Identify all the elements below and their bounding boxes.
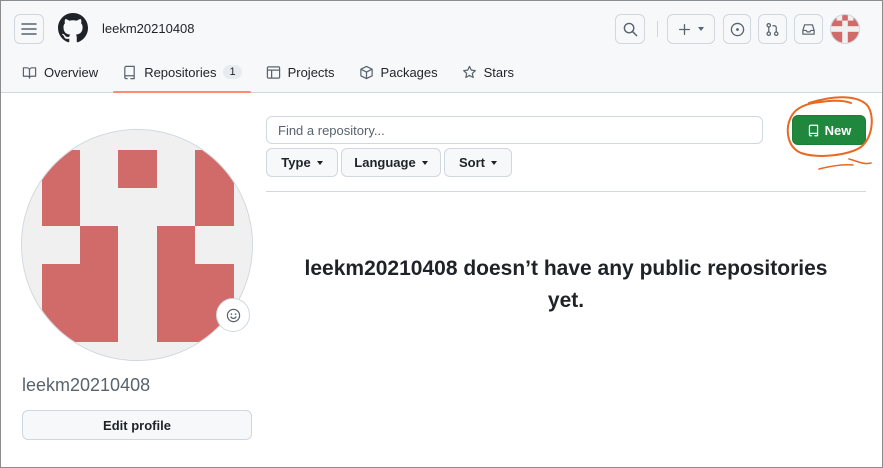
- repo-list-divider: [266, 191, 866, 192]
- tab-packages[interactable]: Packages: [350, 57, 447, 87]
- tab-label: Repositories: [144, 64, 217, 80]
- set-status-button[interactable]: [216, 298, 250, 332]
- header-username[interactable]: leekm20210408: [102, 21, 195, 36]
- repo-count-badge: 1: [223, 65, 242, 79]
- chevron-down-icon: [421, 160, 428, 165]
- create-new-button[interactable]: [667, 14, 715, 44]
- hamburger-icon: [21, 23, 37, 35]
- chevron-down-icon: [491, 160, 497, 165]
- tab-label: Overview: [44, 64, 99, 80]
- chevron-down-icon: [316, 160, 323, 165]
- tab-stars[interactable]: Stars: [453, 57, 523, 87]
- star-icon: [462, 65, 476, 78]
- profile-avatar[interactable]: [21, 129, 253, 361]
- github-logo-icon[interactable]: [58, 13, 88, 43]
- edit-profile-button[interactable]: Edit profile: [22, 410, 252, 440]
- book-icon: [22, 66, 37, 79]
- smiley-icon: [226, 308, 240, 322]
- find-repository-input[interactable]: [266, 116, 763, 144]
- table-icon: [266, 65, 280, 79]
- tab-label: Projects: [287, 64, 335, 80]
- inbox-icon: [802, 23, 815, 35]
- top-header: leekm20210408 Overview Repositories 1 Pr…: [1, 1, 882, 93]
- language-filter-button[interactable]: Language: [341, 148, 441, 177]
- new-repository-button[interactable]: New: [792, 115, 866, 145]
- tab-label: Packages: [380, 64, 438, 80]
- user-avatar[interactable]: [830, 14, 860, 44]
- new-button-label: New: [824, 122, 852, 138]
- filter-label: Sort: [459, 155, 485, 170]
- empty-repositories-message: leekm20210408 doesn’t have any public re…: [304, 257, 828, 312]
- tab-projects[interactable]: Projects: [257, 57, 344, 87]
- identicon-icon: [22, 130, 252, 360]
- identicon-icon: [831, 15, 859, 43]
- repo-icon: [124, 65, 135, 79]
- hamburger-button[interactable]: [14, 14, 44, 44]
- profile-tabs: Overview Repositories 1 Projects Package…: [13, 57, 529, 93]
- sort-filter-button[interactable]: Sort: [444, 148, 512, 177]
- inbox-button[interactable]: [794, 14, 823, 44]
- issues-button[interactable]: [723, 14, 751, 44]
- profile-username: leekm20210408: [22, 375, 151, 395]
- repo-icon: [808, 124, 818, 136]
- header-divider: [657, 21, 658, 37]
- search-icon: [623, 22, 637, 36]
- type-filter-button[interactable]: Type: [266, 148, 338, 177]
- tab-label: Stars: [483, 64, 514, 80]
- filter-label: Type: [281, 155, 311, 170]
- tab-overview[interactable]: Overview: [13, 57, 107, 87]
- search-button[interactable]: [615, 14, 645, 44]
- pull-request-icon: [766, 22, 779, 36]
- plus-icon: [678, 23, 691, 35]
- package-icon: [359, 65, 373, 79]
- pull-requests-button[interactable]: [758, 14, 787, 44]
- tab-repositories[interactable]: Repositories 1: [113, 57, 251, 93]
- issues-icon: [730, 22, 744, 36]
- chevron-down-icon: [698, 27, 704, 31]
- filter-label: Language: [354, 155, 416, 170]
